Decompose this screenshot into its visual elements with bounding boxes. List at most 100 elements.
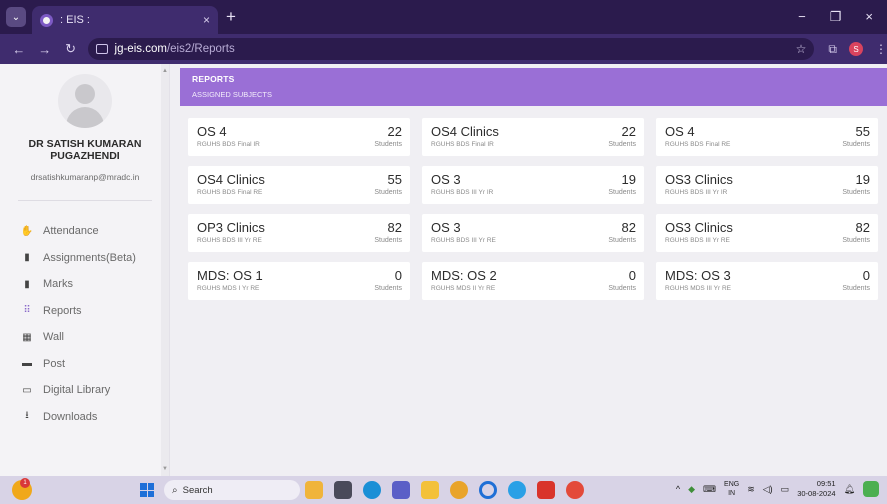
sidebar-item-label: Downloads bbox=[43, 410, 98, 423]
subject-card[interactable]: OS 4 RGUHS BDS Final RE 55 Students bbox=[656, 118, 878, 156]
file-explorer-icon[interactable] bbox=[421, 481, 439, 499]
taskbar-apps bbox=[305, 481, 584, 499]
sidebar-item-downloads[interactable]: ⭳ Downloads bbox=[18, 404, 168, 431]
student-count-label: Students bbox=[842, 285, 870, 292]
student-count-label: Students bbox=[608, 141, 636, 148]
student-count: 19 bbox=[621, 172, 636, 187]
forward-arrow-icon[interactable]: → bbox=[38, 42, 52, 57]
site-info-icon[interactable] bbox=[95, 44, 108, 54]
sidebar-item-label: Reports bbox=[43, 304, 82, 317]
sidebar-item-wall[interactable]: ▦ Wall bbox=[18, 324, 168, 351]
student-count-label: Students bbox=[374, 285, 402, 292]
subject-batch: RGUHS MDS I Yr RE bbox=[197, 285, 260, 292]
subject-card-grid: OS 4 RGUHS BDS Final IR 22 Students OS4 … bbox=[188, 118, 878, 300]
wifi-icon[interactable]: ≋ bbox=[747, 484, 755, 495]
taskbar-search-input[interactable]: ⌕ Search bbox=[164, 480, 300, 500]
subject-batch: RGUHS MDS II Yr RE bbox=[431, 285, 496, 292]
subject-card[interactable]: OS4 Clinics RGUHS BDS Final IR 22 Studen… bbox=[422, 118, 644, 156]
subject-card[interactable]: MDS: OS 1 RGUHS MDS I Yr RE 0 Students bbox=[188, 262, 410, 300]
student-count-label: Students bbox=[608, 189, 636, 196]
download-icon: ⭳ bbox=[25, 410, 29, 422]
close-window-button[interactable]: × bbox=[865, 9, 873, 25]
language-indicator[interactable]: ENG IN bbox=[724, 480, 739, 498]
browser-tab[interactable]: : EIS : × bbox=[32, 6, 218, 34]
scroll-up-icon[interactable]: ▲ bbox=[162, 68, 168, 74]
browser-tab-bar: ⌄ : EIS : × + − ❐ × bbox=[0, 0, 887, 34]
scroll-down-icon[interactable]: ▼ bbox=[162, 466, 168, 472]
window-controls: − ❐ × bbox=[798, 9, 887, 25]
sidebar-item-attendance[interactable]: ✋ Attendance bbox=[18, 218, 168, 245]
tray-app-icon[interactable]: ◆ bbox=[688, 484, 695, 495]
edge-browser-icon[interactable] bbox=[363, 481, 381, 499]
subject-card[interactable]: OS 3 RGUHS BDS III Yr IR 19 Students bbox=[422, 166, 644, 204]
search-icon: ⌕ bbox=[172, 484, 178, 496]
tab-close-icon[interactable]: × bbox=[203, 13, 210, 27]
widgets-app-icon[interactable] bbox=[305, 481, 323, 499]
reload-icon[interactable]: ↻ bbox=[64, 41, 78, 57]
subject-title: OS3 Clinics bbox=[665, 220, 733, 235]
page-title: REPORTS bbox=[192, 74, 235, 84]
url-input[interactable]: jg-eis.com /eis2/Reports ☆ bbox=[87, 38, 815, 60]
student-count-label: Students bbox=[842, 237, 870, 244]
extensions-icon[interactable]: ⧉ bbox=[828, 42, 837, 57]
student-count: 0 bbox=[628, 268, 636, 283]
back-arrow-icon[interactable]: ← bbox=[12, 42, 26, 57]
sidebar-item-assignments[interactable]: ▮ Assignments(Beta) bbox=[18, 245, 168, 272]
sidebar-item-marks[interactable]: ▮ Marks bbox=[18, 271, 168, 298]
subject-card[interactable]: OP3 Clinics RGUHS BDS III Yr RE 82 Stude… bbox=[188, 214, 410, 252]
url-host: jg-eis.com bbox=[114, 43, 167, 55]
hand-icon: ✋ bbox=[20, 225, 34, 237]
tray-corner-app-icon[interactable] bbox=[863, 481, 879, 497]
chrome-active-icon[interactable] bbox=[566, 481, 584, 499]
sidebar-item-digital-library[interactable]: ▭ Digital Library bbox=[18, 377, 168, 404]
student-count-label: Students bbox=[608, 237, 636, 244]
windows-start-icon[interactable] bbox=[140, 483, 154, 497]
notification-bell-icon[interactable]: 🔔︎ bbox=[844, 484, 855, 495]
sidebar-scrollbar[interactable]: ▲ ▼ bbox=[161, 64, 169, 476]
subject-card[interactable]: OS 4 RGUHS BDS Final IR 22 Students bbox=[188, 118, 410, 156]
new-tab-button[interactable]: + bbox=[226, 7, 236, 27]
site-favicon-icon bbox=[40, 13, 53, 27]
volume-icon[interactable]: ◁) bbox=[763, 484, 773, 495]
post-icon: ▬ bbox=[22, 358, 32, 370]
sidebar-item-post[interactable]: ▬ Post bbox=[18, 351, 168, 378]
tab-search-icon[interactable]: ⌄ bbox=[6, 7, 26, 27]
address-bar-row: ← → ↻ jg-eis.com /eis2/Reports ☆ ⧉ S ⋮ bbox=[0, 34, 887, 64]
subject-batch: RGUHS BDS Final RE bbox=[197, 189, 263, 196]
subject-title: MDS: OS 3 bbox=[665, 268, 731, 283]
keyboard-icon[interactable]: ⌨ bbox=[703, 484, 716, 495]
profile-avatar-icon[interactable]: S bbox=[849, 42, 863, 56]
bookmark-star-icon[interactable]: ☆ bbox=[796, 42, 807, 56]
pdf-reader-icon[interactable] bbox=[537, 481, 555, 499]
browser-menu-icon[interactable]: ⋮ bbox=[875, 42, 887, 56]
subject-title: MDS: OS 1 bbox=[197, 268, 263, 283]
sidebar-item-label: Post bbox=[43, 357, 66, 370]
student-count: 82 bbox=[621, 220, 636, 235]
skype-app-icon[interactable] bbox=[508, 481, 526, 499]
weather-badge: 1 bbox=[20, 478, 30, 488]
cortana-app-icon[interactable] bbox=[479, 481, 497, 499]
subject-card[interactable]: OS3 Clinics RGUHS BDS III Yr IR 19 Stude… bbox=[656, 166, 878, 204]
subject-card[interactable]: OS 3 RGUHS BDS III Yr RE 82 Students bbox=[422, 214, 644, 252]
subject-card[interactable]: OS4 Clinics RGUHS BDS Final RE 55 Studen… bbox=[188, 166, 410, 204]
subject-card[interactable]: MDS: OS 2 RGUHS MDS II Yr RE 0 Students bbox=[422, 262, 644, 300]
user-name-line2: PUGAZHENDI bbox=[50, 150, 120, 162]
os-taskbar: 1 ⌕ Search ^ ◆ ⌨ ENG IN ≋ ◁) ▭ 09:51 30-… bbox=[0, 476, 887, 504]
weather-widget-icon[interactable]: 1 bbox=[12, 478, 32, 500]
sidebar-item-reports[interactable]: ⠿ Reports bbox=[18, 298, 168, 325]
chevron-up-icon[interactable]: ^ bbox=[676, 484, 680, 494]
chrome-app-icon[interactable] bbox=[450, 481, 468, 499]
subject-batch: RGUHS BDS Final IR bbox=[197, 141, 260, 148]
minimize-button[interactable]: − bbox=[798, 9, 806, 25]
taskbar-clock[interactable]: 09:51 30-08-2024 bbox=[797, 479, 835, 499]
subject-card[interactable]: MDS: OS 3 RGUHS MDS III Yr RE 0 Students bbox=[656, 262, 878, 300]
sidebar-item-label: Marks bbox=[43, 278, 73, 291]
teams-app-icon[interactable] bbox=[392, 481, 410, 499]
url-path: /eis2/Reports bbox=[166, 43, 235, 55]
library-icon: ▭ bbox=[22, 384, 32, 396]
task-view-icon[interactable] bbox=[334, 481, 352, 499]
subject-card[interactable]: OS3 Clinics RGUHS BDS III Yr RE 82 Stude… bbox=[656, 214, 878, 252]
battery-icon[interactable]: ▭ bbox=[781, 484, 790, 495]
maximize-button[interactable]: ❐ bbox=[830, 9, 842, 25]
subject-title: OS4 Clinics bbox=[431, 124, 499, 139]
